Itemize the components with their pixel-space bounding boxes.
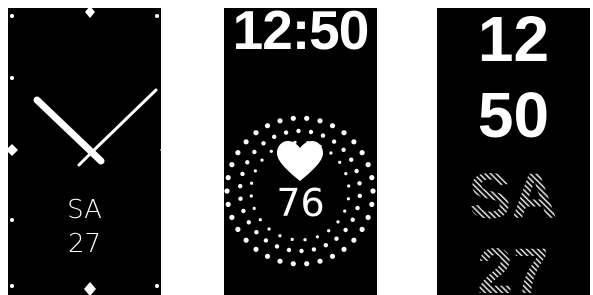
- minute-hand: [90, 88, 158, 154]
- heart-rate-watch-face: 12:50 76: [224, 8, 377, 295]
- hour-hand: [33, 96, 105, 165]
- marker-10: [10, 76, 14, 80]
- heart-rate-value: 76: [276, 181, 325, 225]
- day-label-hatched: SA: [469, 160, 558, 232]
- hatched-day-date: SA 27: [469, 160, 558, 295]
- marker-6: [84, 282, 96, 295]
- heart-icon: [277, 141, 323, 181]
- marker-12: [85, 8, 95, 18]
- day-label: SA: [67, 195, 102, 225]
- marker-5: [155, 284, 159, 288]
- marker-1: [155, 14, 159, 18]
- stacked-digital-watch-face: 12 50 SA 27: [437, 8, 590, 295]
- date-label: 27: [67, 229, 102, 259]
- hand-tail: [77, 153, 91, 167]
- marker-11: [10, 14, 14, 18]
- marker-9: [8, 144, 18, 156]
- marker-3: [160, 149, 161, 151]
- analog-watch-face: SA 27: [8, 8, 161, 295]
- heart-icon-layer: [277, 141, 323, 181]
- marker-7: [10, 284, 14, 288]
- date-label-hatched: 27: [477, 235, 548, 295]
